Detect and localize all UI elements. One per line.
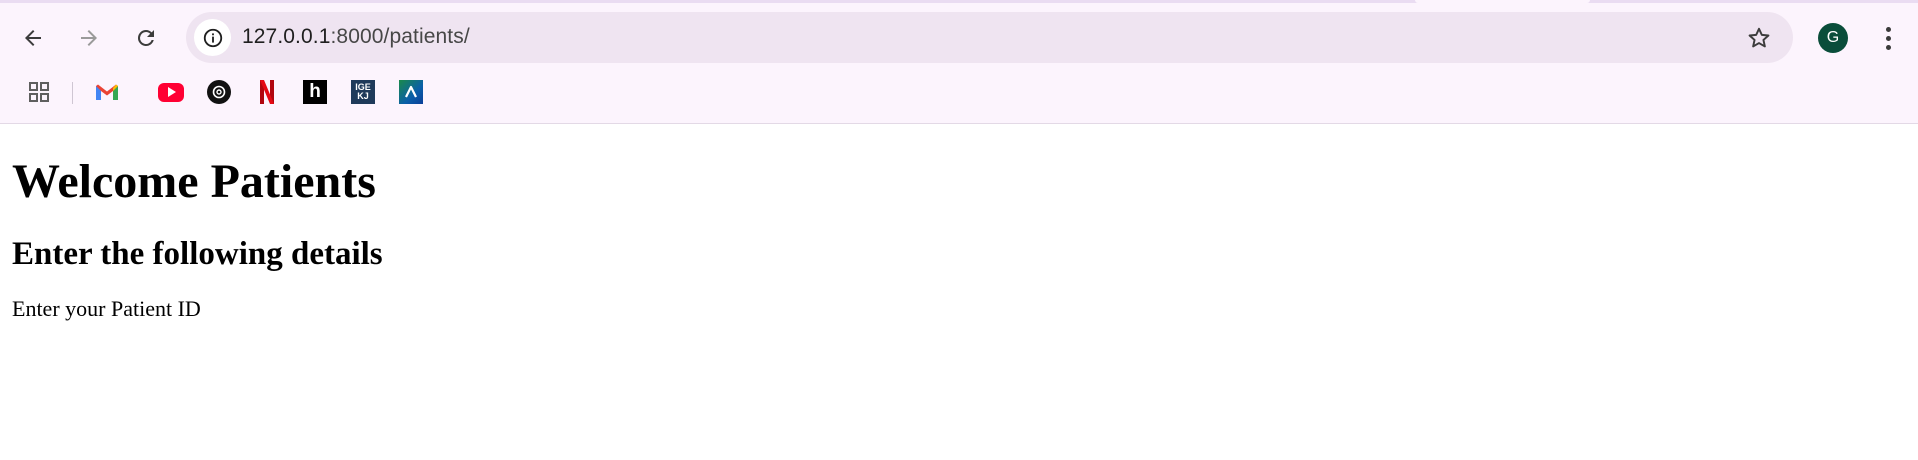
page-content: Welcome Patients Enter the following det… (12, 124, 1902, 324)
url-text[interactable]: 127.0.0.1:8000/patients/ (242, 25, 470, 49)
a-icon (399, 80, 423, 104)
profile-avatar[interactable]: G (1818, 23, 1848, 53)
bookmark-star-button[interactable] (1745, 24, 1773, 52)
bookmark-chatgpt[interactable] (206, 79, 232, 105)
address-bar[interactable]: 127.0.0.1:8000/patients/ (186, 12, 1793, 63)
menu-dot (1885, 35, 1891, 41)
bookmark-a[interactable] (398, 79, 424, 105)
arrow-right-icon (81, 30, 97, 46)
info-icon (203, 28, 222, 47)
h-icon: h (303, 80, 327, 104)
chatgpt-icon (207, 80, 231, 104)
netflix-icon (260, 80, 274, 104)
bookmarks-divider (72, 82, 73, 104)
page-subheading: Enter the following details (12, 236, 383, 272)
arrow-left-icon (25, 30, 41, 46)
ge-icon: IGE KJ (351, 80, 375, 104)
forward-button[interactable] (69, 18, 109, 58)
bookmark-netflix[interactable] (254, 79, 280, 105)
page-heading: Welcome Patients (12, 155, 376, 208)
youtube-icon (158, 82, 184, 102)
patient-id-prompt: Enter your Patient ID (12, 296, 201, 321)
reload-icon (137, 29, 154, 46)
bookmark-ge[interactable]: IGE KJ (350, 79, 376, 105)
star-icon (1748, 27, 1770, 48)
browser-chrome: 127.0.0.1:8000/patients/ G h IGE KJ (0, 0, 1918, 124)
bookmark-gmail[interactable] (94, 79, 120, 105)
url-path: :8000/patients/ (330, 25, 470, 48)
url-host: 127.0.0.1 (242, 25, 331, 48)
bookmark-h[interactable]: h (302, 79, 328, 105)
menu-dot (1885, 26, 1891, 32)
apps-shortcut[interactable] (26, 79, 52, 105)
reload-button[interactable] (126, 18, 166, 58)
back-button[interactable] (13, 18, 53, 58)
gmail-icon (96, 84, 118, 100)
apps-icon (29, 82, 49, 102)
menu-dot (1885, 44, 1891, 50)
bookmark-youtube[interactable] (158, 79, 184, 105)
bookmarks-bar: h IGE KJ (0, 77, 1918, 109)
site-info-button[interactable] (194, 19, 231, 56)
tab-strip-edge (0, 0, 1918, 3)
browser-menu-button[interactable] (1876, 20, 1900, 56)
